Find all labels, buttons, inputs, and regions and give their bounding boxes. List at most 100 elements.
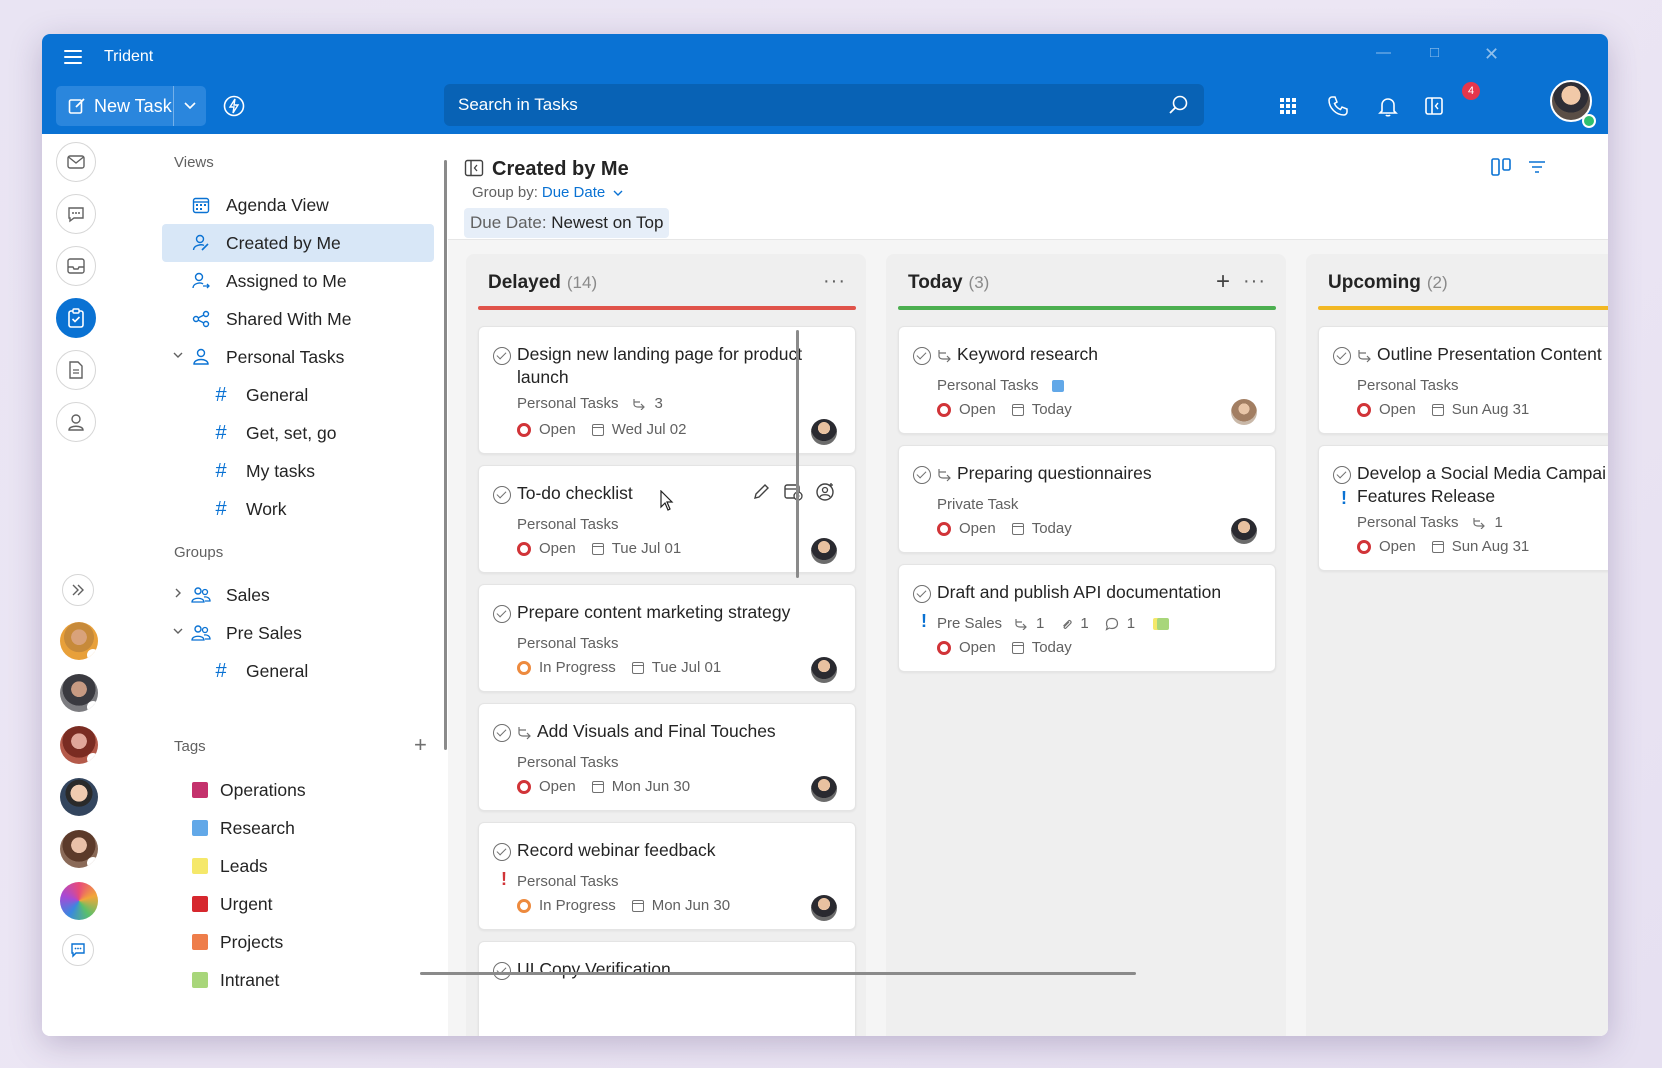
group-by-control[interactable]: Group by: Due Date (472, 184, 623, 201)
sort-pill[interactable]: Due Date: Newest on Top (464, 208, 670, 238)
task-card[interactable]: UI Copy Verification (478, 941, 856, 1036)
complete-checkbox[interactable] (913, 585, 931, 603)
contact-avatar[interactable] (60, 778, 98, 816)
panel-toggle-icon[interactable] (1422, 94, 1446, 118)
contacts-icon[interactable] (56, 402, 96, 442)
chevron-down-icon[interactable] (172, 625, 184, 637)
task-card[interactable]: Design new landing page for product laun… (478, 326, 856, 454)
complete-checkbox[interactable] (493, 347, 511, 365)
tag-color-swatch (192, 858, 208, 874)
complete-checkbox[interactable] (1333, 466, 1351, 484)
complete-checkbox[interactable] (913, 347, 931, 365)
new-task-dropdown[interactable] (174, 86, 206, 126)
calendar-icon (1431, 403, 1444, 416)
sidebar-item-created-by-me[interactable]: Created by Me (162, 224, 434, 262)
sidebar-item-presales-general[interactable]: # General (162, 652, 434, 690)
search-icon[interactable] (1168, 94, 1190, 116)
sidebar-item-pre-sales[interactable]: Pre Sales (162, 614, 434, 652)
complete-checkbox[interactable] (493, 486, 511, 504)
chat-icon[interactable] (56, 194, 96, 234)
sidebar-item-work[interactable]: # Work (162, 490, 434, 528)
maximize-icon[interactable]: □ (1430, 44, 1439, 61)
tag-indicator (1153, 617, 1170, 630)
complete-checkbox[interactable] (493, 962, 511, 980)
mail-icon[interactable] (56, 142, 96, 182)
complete-checkbox[interactable] (913, 466, 931, 484)
assignee-avatar[interactable] (811, 538, 837, 564)
chevron-right-icon[interactable] (172, 587, 184, 599)
assignee-avatar[interactable] (1231, 399, 1257, 425)
sidebar-tag-projects[interactable]: Projects (162, 923, 434, 961)
contact-avatar[interactable] (60, 622, 98, 660)
sidebar-tag-research[interactable]: Research (162, 809, 434, 847)
quick-action-icon[interactable] (222, 94, 246, 118)
sidebar-scrollbar[interactable] (444, 160, 447, 750)
close-icon[interactable]: ✕ (1484, 44, 1499, 65)
phone-icon[interactable] (1326, 94, 1350, 118)
task-card[interactable]: To-do checklist Personal Tasks Open Tue … (478, 465, 856, 573)
sidebar-item-get-set-go[interactable]: # Get, set, go (162, 414, 434, 452)
sidebar-tag-intranet[interactable]: Intranet (162, 961, 434, 999)
expand-rail-icon[interactable] (62, 574, 94, 606)
sidebar-tag-operations[interactable]: Operations (162, 771, 434, 809)
add-task-icon[interactable]: + (1216, 268, 1230, 296)
edit-pencil-icon[interactable] (751, 482, 771, 502)
status-in-progress-icon (517, 660, 531, 675)
group-by-value[interactable]: Due Date (542, 184, 605, 201)
more-icon[interactable]: ··· (1243, 270, 1266, 293)
inbox-icon[interactable] (56, 246, 96, 286)
more-icon[interactable]: ··· (823, 270, 846, 293)
board-horizontal-scrollbar[interactable] (420, 972, 1136, 975)
sidebar-item-shared-with-me[interactable]: Shared With Me (162, 300, 434, 338)
task-card[interactable]: Preparing questionnaires Private Task Op… (898, 445, 1276, 553)
complete-checkbox[interactable] (493, 605, 511, 623)
board-view-icon[interactable] (1490, 156, 1512, 178)
new-task-button[interactable]: New Task (56, 86, 206, 126)
new-task-main[interactable]: New Task (56, 86, 174, 126)
complete-checkbox[interactable] (1333, 347, 1351, 365)
assign-person-icon[interactable] (815, 482, 835, 502)
assignee-avatar[interactable] (811, 657, 837, 683)
feedback-icon[interactable] (62, 934, 94, 966)
apps-grid-icon[interactable] (1276, 94, 1300, 118)
sidebar-item-agenda-view[interactable]: Agenda View (162, 186, 434, 224)
assignee-avatar[interactable] (811, 419, 837, 445)
task-card[interactable]: Develop a Social Media Campai Features Re… (1318, 445, 1608, 571)
column-scrollbar[interactable] (796, 330, 799, 578)
sidebar-tag-urgent[interactable]: Urgent (162, 885, 434, 923)
filter-icon[interactable] (1526, 156, 1548, 178)
contact-avatar[interactable] (60, 674, 98, 712)
minimize-icon[interactable]: — (1376, 44, 1391, 61)
sidebar-item-general[interactable]: # General (162, 376, 434, 414)
assignee-avatar[interactable] (811, 895, 837, 921)
calendar-clock-icon[interactable] (783, 482, 803, 502)
contact-avatar[interactable] (60, 882, 98, 920)
task-meta: Open Wed Jul 02 (517, 421, 686, 438)
task-card[interactable]: Prepare content marketing strategy Perso… (478, 584, 856, 692)
task-card[interactable]: Add Visuals and Final Touches Personal T… (478, 703, 856, 811)
task-card[interactable]: Keyword research Personal Tasks Open Tod… (898, 326, 1276, 434)
notes-icon[interactable] (56, 350, 96, 390)
sidebar-tag-leads[interactable]: Leads (162, 847, 434, 885)
sidebar-item-personal-tasks[interactable]: Personal Tasks (162, 338, 434, 376)
task-card[interactable]: Record webinar feedback ! Personal Tasks… (478, 822, 856, 930)
sidebar-item-sales[interactable]: Sales (162, 576, 434, 614)
contact-avatar[interactable] (60, 726, 98, 764)
notification-badge: 4 (1462, 82, 1480, 100)
assignee-avatar[interactable] (811, 776, 837, 802)
tasks-icon[interactable] (56, 298, 96, 338)
hamburger-menu-icon[interactable] (64, 50, 82, 64)
complete-checkbox[interactable] (493, 724, 511, 742)
complete-checkbox[interactable] (493, 843, 511, 861)
task-card[interactable]: Draft and publish API documentation ! Pr… (898, 564, 1276, 672)
collapse-sidebar-icon[interactable] (464, 158, 484, 178)
search-input[interactable]: Search in Tasks (444, 84, 1204, 126)
chevron-down-icon[interactable] (172, 349, 184, 361)
task-card[interactable]: Outline Presentation Content Personal Ta… (1318, 326, 1608, 434)
assignee-avatar[interactable] (1231, 518, 1257, 544)
bell-icon[interactable] (1376, 94, 1400, 118)
add-tag-icon[interactable]: + (414, 732, 427, 758)
contact-avatar[interactable] (60, 830, 98, 868)
sidebar-item-my-tasks[interactable]: # My tasks (162, 452, 434, 490)
sidebar-item-assigned-to-me[interactable]: Assigned to Me (162, 262, 434, 300)
